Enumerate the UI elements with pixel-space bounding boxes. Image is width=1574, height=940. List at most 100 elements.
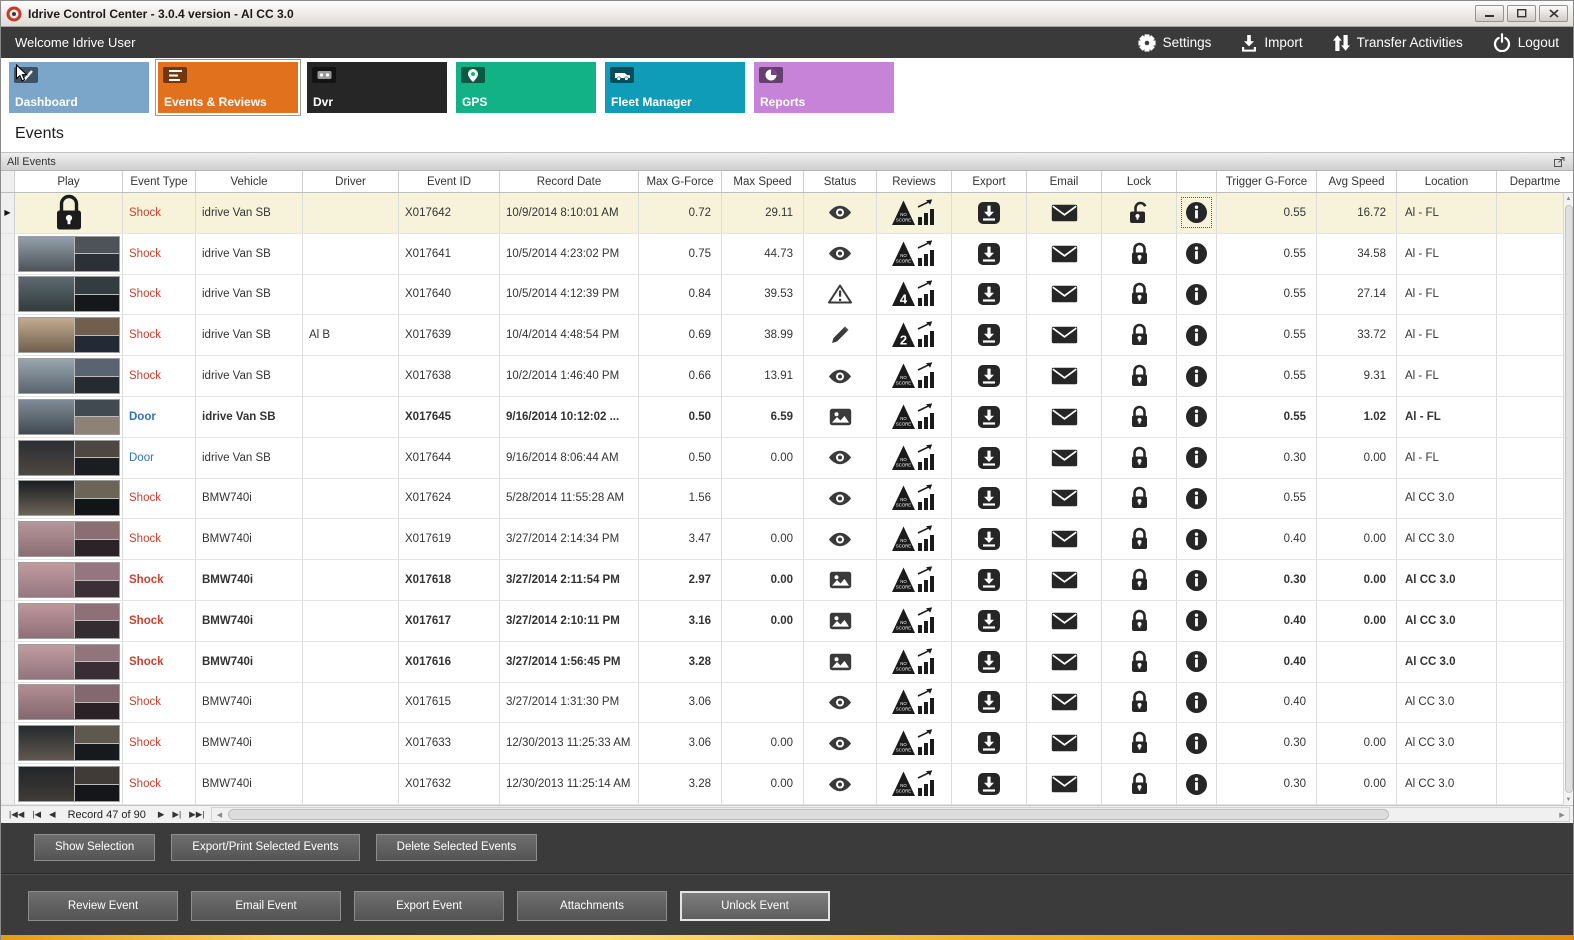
column-header-status[interactable]: Status bbox=[804, 171, 877, 192]
nav-tile-fleet-manager[interactable]: Fleet Manager bbox=[605, 62, 745, 113]
export-icon[interactable] bbox=[977, 731, 1001, 755]
reviews-cell[interactable]: NO SCORE bbox=[877, 682, 952, 723]
export-cell[interactable] bbox=[952, 764, 1027, 804]
row-indicator[interactable] bbox=[1, 478, 15, 519]
email-event-button[interactable]: Email Event bbox=[191, 891, 341, 921]
nav-next-page-button[interactable]: ▶| bbox=[168, 809, 185, 820]
column-header-driver[interactable]: Driver bbox=[303, 171, 399, 192]
play-cell[interactable] bbox=[15, 233, 123, 274]
lock-cell[interactable] bbox=[1102, 233, 1177, 274]
info-cell[interactable] bbox=[1177, 560, 1217, 600]
table-row[interactable]: Shock BMW740i X017615 3/27/2014 1:31:30 PM 3… bbox=[1, 682, 1573, 724]
export-cell[interactable] bbox=[952, 396, 1027, 437]
export-icon[interactable] bbox=[977, 282, 1001, 306]
play-cell[interactable] bbox=[15, 641, 123, 682]
review-score-icon[interactable]: NO SCORE bbox=[891, 770, 937, 798]
lock-closed-icon[interactable] bbox=[1130, 242, 1149, 266]
eye-status-icon[interactable] bbox=[828, 369, 852, 384]
table-row[interactable]: Shock idrive Van SB X017640 10/5/2014 4:12:… bbox=[1, 274, 1573, 316]
status-cell[interactable] bbox=[804, 641, 877, 682]
export-icon[interactable] bbox=[977, 772, 1001, 796]
export-cell[interactable] bbox=[952, 315, 1027, 356]
reviews-cell[interactable]: NO SCORE bbox=[877, 641, 952, 682]
nav-tile-gps[interactable]: GPS bbox=[456, 62, 596, 113]
column-header-export[interactable]: Export bbox=[952, 171, 1027, 192]
email-cell[interactable] bbox=[1027, 274, 1102, 315]
column-header-event-id[interactable]: Event ID bbox=[399, 171, 500, 192]
export-print-selected-events-button[interactable]: Export/Print Selected Events bbox=[171, 833, 360, 861]
table-row[interactable]: Shock BMW740i X017618 3/27/2014 2:11:54 PM 2… bbox=[1, 560, 1573, 601]
row-indicator[interactable] bbox=[1, 356, 15, 396]
email-cell[interactable] bbox=[1027, 193, 1102, 233]
nav-prev-button[interactable]: ◀ bbox=[45, 809, 60, 820]
lock-cell[interactable] bbox=[1102, 478, 1177, 519]
table-row[interactable]: Door idrive Van SB X017644 9/16/2014 8:06:4… bbox=[1, 437, 1573, 479]
nav-tile-events-reviews[interactable]: Events & Reviews bbox=[155, 59, 301, 116]
info-icon[interactable] bbox=[1185, 487, 1208, 510]
row-indicator[interactable] bbox=[1, 437, 15, 478]
info-cell[interactable] bbox=[1177, 764, 1217, 804]
export-icon[interactable] bbox=[977, 568, 1001, 592]
lock-cell[interactable] bbox=[1102, 764, 1177, 804]
email-cell[interactable] bbox=[1027, 764, 1102, 804]
export-cell[interactable] bbox=[952, 600, 1027, 641]
info-icon[interactable] bbox=[1181, 197, 1212, 229]
info-cell[interactable] bbox=[1177, 723, 1217, 764]
email-icon[interactable] bbox=[1051, 285, 1078, 303]
reviews-cell[interactable]: NO SCORE bbox=[877, 723, 952, 764]
table-row[interactable]: Door idrive Van SB X017645 9/16/2014 10:12:… bbox=[1, 396, 1573, 438]
row-indicator[interactable] bbox=[1, 641, 15, 682]
email-cell[interactable] bbox=[1027, 600, 1102, 641]
info-icon[interactable] bbox=[1185, 609, 1208, 632]
event-thumbnail[interactable] bbox=[17, 235, 120, 272]
lock-closed-icon[interactable] bbox=[1130, 650, 1149, 674]
status-cell[interactable] bbox=[804, 437, 877, 478]
event-thumbnail[interactable] bbox=[17, 439, 120, 476]
info-icon[interactable] bbox=[1185, 365, 1208, 388]
table-row[interactable]: Shock idrive Van SB X017638 10/2/2014 1:46:… bbox=[1, 356, 1573, 397]
lock-cell[interactable] bbox=[1102, 193, 1177, 233]
review-score-icon[interactable]: NO SCORE bbox=[891, 444, 937, 472]
email-cell[interactable] bbox=[1027, 233, 1102, 274]
column-header-max-speed[interactable]: Max Speed bbox=[722, 171, 804, 192]
info-cell[interactable] bbox=[1177, 478, 1217, 519]
delete-selected-events-button[interactable]: Delete Selected Events bbox=[375, 833, 538, 861]
eye-status-icon[interactable] bbox=[828, 695, 852, 710]
info-cell[interactable] bbox=[1177, 682, 1217, 723]
export-icon[interactable] bbox=[977, 527, 1001, 551]
info-cell[interactable] bbox=[1177, 519, 1217, 560]
lock-closed-icon[interactable] bbox=[1130, 282, 1149, 306]
table-row[interactable]: Shock idrive Van SB Al B X017639 10/4/2014 4… bbox=[1, 315, 1573, 357]
info-cell[interactable] bbox=[1177, 233, 1217, 274]
lock-cell[interactable] bbox=[1102, 560, 1177, 600]
lock-cell[interactable] bbox=[1102, 437, 1177, 478]
email-cell[interactable] bbox=[1027, 437, 1102, 478]
image-status-icon[interactable] bbox=[829, 612, 852, 630]
review-score-icon[interactable]: NO SCORE bbox=[891, 525, 937, 553]
review-score-icon[interactable]: NO SCORE bbox=[891, 240, 937, 268]
eye-status-icon[interactable] bbox=[828, 246, 852, 261]
lock-cell[interactable] bbox=[1102, 315, 1177, 356]
status-cell[interactable] bbox=[804, 764, 877, 804]
export-cell[interactable] bbox=[952, 641, 1027, 682]
review-score-icon[interactable]: NO SCORE bbox=[891, 362, 937, 390]
play-cell[interactable] bbox=[15, 560, 123, 600]
eye-status-icon[interactable] bbox=[828, 450, 852, 465]
export-cell[interactable] bbox=[952, 723, 1027, 764]
table-row[interactable]: Shock BMW740i X017633 12/30/2013 11:25:33 A… bbox=[1, 723, 1573, 765]
play-cell[interactable] bbox=[15, 478, 123, 519]
lock-closed-icon[interactable] bbox=[1130, 527, 1149, 551]
play-cell[interactable] bbox=[15, 193, 123, 233]
lock-cell[interactable] bbox=[1102, 641, 1177, 682]
lock-closed-icon[interactable] bbox=[1130, 731, 1149, 755]
table-row[interactable]: Shock BMW740i X017617 3/27/2014 2:10:11 PM 3… bbox=[1, 600, 1573, 642]
status-cell[interactable] bbox=[804, 723, 877, 764]
column-header-trigger-g-force[interactable]: Trigger G-Force bbox=[1217, 171, 1317, 192]
info-icon[interactable] bbox=[1185, 405, 1208, 428]
hscroll-left-arrow-icon[interactable]: ◀ bbox=[212, 811, 226, 819]
maximize-button[interactable] bbox=[1507, 5, 1536, 22]
email-cell[interactable] bbox=[1027, 723, 1102, 764]
status-cell[interactable] bbox=[804, 193, 877, 233]
email-cell[interactable] bbox=[1027, 396, 1102, 437]
export-cell[interactable] bbox=[952, 274, 1027, 315]
